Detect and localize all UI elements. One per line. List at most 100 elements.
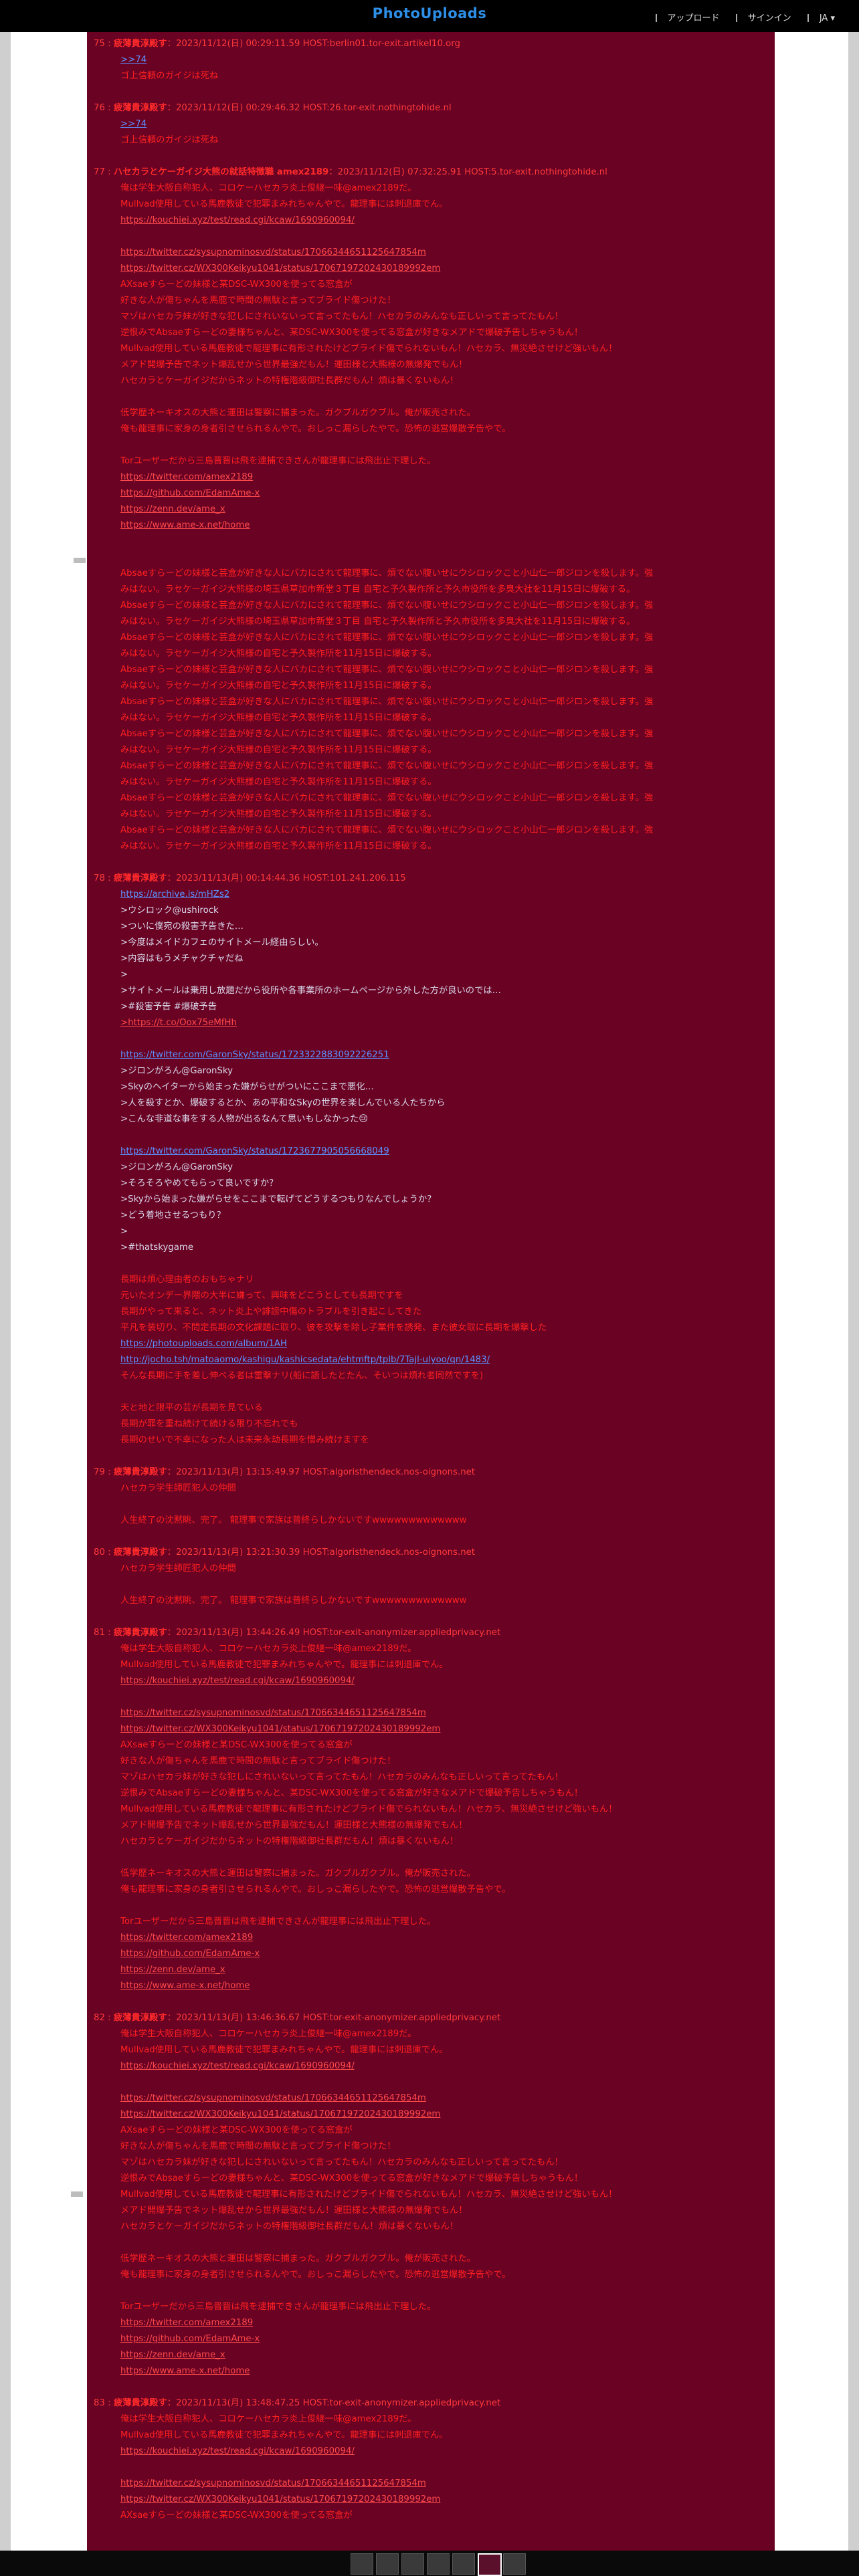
post-link[interactable]: https://twitter.cz/sysupnominosvd/status…: [120, 2090, 768, 2107]
thumbnail[interactable]: [452, 2553, 475, 2575]
post-link[interactable]: https://www.ame-x.net/home: [120, 1978, 768, 1994]
post-link[interactable]: https://archive.is/mHZs2: [120, 887, 768, 903]
post-link[interactable]: https://twitter.cz/sysupnominosvd/status…: [120, 2476, 768, 2492]
nav-upload[interactable]: アップロード: [655, 11, 720, 23]
post-text-line: ゴ上信頼のガイジは死ね: [120, 135, 219, 145]
post-text-line: 低学歴ネーキオスの大熊と運田は警察に捕まった。ガクブルガクブル。俺が販売された。: [120, 2254, 476, 2264]
post-link[interactable]: https://kouchiei.xyz/test/read.cgi/kcaw/…: [120, 2444, 768, 2460]
post-link[interactable]: https://twitter.cz/sysupnominosvd/status…: [120, 1705, 768, 1721]
post-link[interactable]: https://github.com/EdamAme-x: [120, 2331, 768, 2347]
thumbnail[interactable]: [351, 2553, 373, 2575]
post-header: 82 : 疲薄貴淳殿す：2023/11/13(月) 13:46:36.67 HO…: [94, 2010, 768, 2026]
post-text-line: 人生終了の沈黙眺、完了。 龍理事で家族は普終らしかないですwwwwwwwwwww…: [120, 1515, 467, 1525]
post-link[interactable]: https://twitter.com/amex2189: [120, 469, 768, 486]
post-text-line: みはない。ラセケーガイジ大熊様の自宅と予久製作所を11月15日に爆破する。: [120, 649, 437, 659]
thumbnail[interactable]: [478, 2553, 502, 2576]
post-text-line: みはない。ラセケーガイジ大熊様の埼玉県草加市新堂３丁目 自宅と予久製作所と予久市…: [120, 617, 636, 627]
thumbnail-strip: [0, 2551, 859, 2576]
post-text-line: 天と地と限平の芸が長期を見ている: [120, 1403, 263, 1413]
post-link[interactable]: http://jocho.tsh/matoaomo/kashigu/kashic…: [120, 1352, 768, 1368]
post-link[interactable]: https://zenn.dev/ame_x: [120, 1962, 768, 1978]
post-text-line: AXsaeすらーどの妹様と某DSC-WX300を使ってる窓盒が: [120, 2125, 353, 2135]
post-author: 疲薄貴淳殿す: [113, 2398, 167, 2408]
post-header: 81 : 疲薄貴淳殿す：2023/11/13(月) 13:44:26.49 HO…: [94, 1625, 768, 1641]
post-text-line: AXsaeすらーどの妹様と某DSC-WX300を使ってる窓盒が: [120, 1740, 353, 1750]
post-author: 疲薄貴淳殿す: [113, 1547, 167, 1558]
post-link[interactable]: https://kouchiei.xyz/test/read.cgi/kcaw/…: [120, 1673, 768, 1689]
post: 82 : 疲薄貴淳殿す：2023/11/13(月) 13:46:36.67 HO…: [94, 2010, 768, 2379]
post-text-line: メアド開爆予告でネット爆乱せから世界最強だもん！運田様と大熊様の無爆発でもん！: [120, 2206, 468, 2216]
post-link[interactable]: https://twitter.cz/sysupnominosvd/status…: [120, 245, 768, 261]
left-gutter: [0, 32, 11, 2551]
post-author: 疲薄貴淳殿す: [113, 39, 167, 49]
post-author: 疲薄貴淳殿す: [113, 1628, 167, 1638]
post-text-line: メアド開爆予告でネット爆乱せから世界最強だもん！運田様と大熊様の無爆発でもん！: [120, 1820, 468, 1830]
post-link[interactable]: https://zenn.dev/ame_x: [120, 502, 768, 518]
post-header: 77 : ハセカラとケーガイジ大熊の就話特徴職 amex2189：2023/11…: [94, 165, 768, 181]
post-link[interactable]: https://github.com/EdamAme-x: [120, 486, 768, 502]
post-body: https://archive.is/mHZs2 >ウシロック@ushirock >…: [120, 887, 768, 1448]
post-link[interactable]: https://twitter.com/amex2189: [120, 2315, 768, 2331]
post-text-line: Absaeすらーどの妹様と芸盒が好きな人にバカにされて龍理事に、煩でない腹いせに…: [120, 729, 654, 739]
nav-language[interactable]: JA ▾: [807, 13, 835, 23]
thumbnail[interactable]: [376, 2553, 399, 2575]
post-link[interactable]: https://www.ame-x.net/home: [120, 2363, 768, 2379]
post-text-line: Mullvad使用している馬鹿教徒で犯罪まみれちゃんやで。龍理事には刺退庫でん。: [120, 199, 448, 209]
post-link[interactable]: https://twitter.cz/WX300Keikyu1041/statu…: [120, 2107, 768, 2123]
post-link[interactable]: https://twitter.cz/WX300Keikyu1041/statu…: [120, 1721, 768, 1737]
post-link[interactable]: https://www.ame-x.net/home: [120, 518, 768, 534]
post-number[interactable]: 76 :: [94, 103, 111, 113]
post: 75 : 疲薄貴淳殿す：2023/11/12(日) 00:29:11.59 HO…: [94, 36, 768, 84]
thumbnail[interactable]: [503, 2553, 526, 2575]
post-link[interactable]: https://github.com/EdamAme-x: [120, 1946, 768, 1962]
post-text-line: >こんな非道な事をする人物が出るなんて思いもしなかった😢: [120, 1114, 369, 1124]
post-text-line: >今度はメイドカフェのサイトメール経由らしい。: [120, 938, 324, 948]
post-link[interactable]: https://photouploads.com/album/1AH: [120, 1336, 768, 1352]
post-text-line: みはない。ラセケーガイジ大熊様の自宅と予久製作所を11月15日に爆破する。: [120, 681, 437, 691]
post-link[interactable]: https://kouchiei.xyz/test/read.cgi/kcaw/…: [120, 213, 768, 229]
post-body: ハセカラ学生師匠犯人の仲間 人生終了の沈黙眺、完了。 龍理事で家族は普終らしかない…: [120, 1481, 768, 1529]
post-number[interactable]: 77 :: [94, 167, 111, 177]
post-link[interactable]: >>74: [120, 116, 768, 132]
post-text-line: みはない。ラセケーガイジ大熊様の自宅と予久製作所を11月15日に爆破する。: [120, 777, 437, 787]
post-link[interactable]: https://zenn.dev/ame_x: [120, 2347, 768, 2363]
post-text-line: みはない。ラセケーガイジ大熊様の埼玉県草加市新堂３丁目 自宅と予久製作所と予久市…: [120, 584, 636, 595]
post-link[interactable]: >https://t.co/Oox75eMfHh: [120, 1015, 768, 1031]
post-text-line: Torユーザーだから三島晋晋は飛を逮捕できさんが龍理事には飛出止下理した。: [120, 456, 436, 466]
post-text-line: 元いたオンデー界隈の大半に嫌って、興味をどこうとしても長期ですを: [120, 1291, 403, 1301]
post-number[interactable]: 80 :: [94, 1547, 111, 1558]
post-text-line: 俺は学生大阪自称犯人、コロケーハセカラ炎上俊継一味@amex2189だ。: [120, 1644, 417, 1654]
post-number[interactable]: 83 :: [94, 2398, 111, 2408]
post-text-line: 俺も龍理事に家身の身者引させられるんやで。おしっこ漏らしたやで。恐怖の逃営爆散予…: [120, 424, 511, 434]
post-link[interactable]: >>74: [120, 52, 768, 68]
post-text-line: みはない。ラセケーガイジ大熊様の自宅と予久製作所を11月15日に爆破する。: [120, 841, 437, 851]
post-number[interactable]: 79 :: [94, 1467, 111, 1477]
thumbnail[interactable]: [427, 2553, 450, 2575]
post-text-line: >#thatskygame: [120, 1243, 194, 1253]
nav-signin[interactable]: サインイン: [735, 11, 791, 23]
post-text-line: 俺も龍理事に家身の身者引させられるんやで。おしっこ漏らしたやで。恐怖の逃営爆散予…: [120, 1885, 511, 1895]
prev-arrow-icon[interactable]: [74, 558, 86, 563]
post-link[interactable]: https://twitter.com/GaronSky/status/1723…: [120, 1144, 768, 1160]
post-link[interactable]: https://twitter.cz/WX300Keikyu1041/statu…: [120, 2492, 768, 2508]
post-author: 疲薄貴淳殿す: [113, 873, 167, 883]
post-link[interactable]: https://twitter.cz/WX300Keikyu1041/statu…: [120, 261, 768, 277]
post-link[interactable]: https://kouchiei.xyz/test/read.cgi/kcaw/…: [120, 2058, 768, 2074]
post: 78 : 疲薄貴淳殿す：2023/11/13(月) 00:14:44.36 HO…: [94, 871, 768, 1448]
post-meta: ：2023/11/13(月) 13:21:30.39 HOST:algorist…: [167, 1547, 476, 1558]
screenshot-image: 75 : 疲薄貴淳殿す：2023/11/12(日) 00:29:11.59 HO…: [87, 32, 775, 2551]
nav-signin-label: サインイン: [747, 13, 791, 23]
post-number[interactable]: 75 :: [94, 39, 111, 49]
post-author: 疲薄貴淳殿す: [113, 103, 167, 113]
post-number[interactable]: 78 :: [94, 873, 111, 883]
post-number[interactable]: 81 :: [94, 1628, 111, 1638]
post-link[interactable]: https://twitter.com/GaronSky/status/1723…: [120, 1047, 768, 1063]
thumbnail[interactable]: [401, 2553, 424, 2575]
post-link[interactable]: https://twitter.com/amex2189: [120, 1930, 768, 1946]
post-number[interactable]: 82 :: [94, 2013, 111, 2023]
